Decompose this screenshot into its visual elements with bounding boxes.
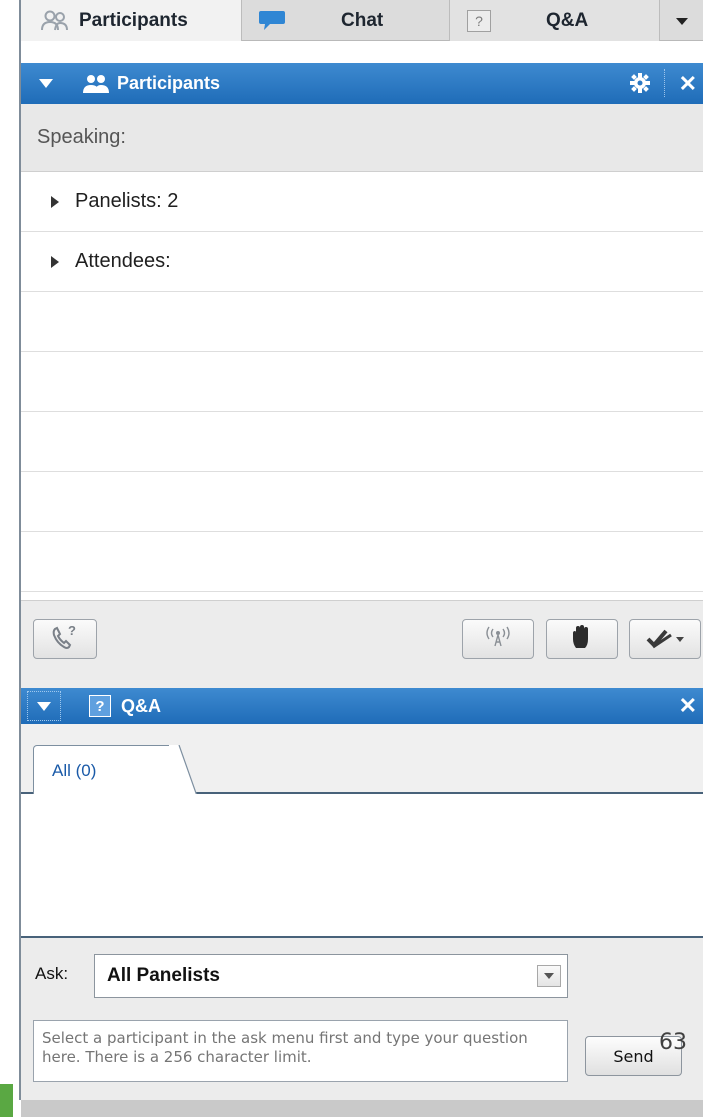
expand-arrow-icon[interactable]	[51, 255, 59, 268]
ask-selected-value: All Panelists	[107, 965, 220, 986]
participants-header-icon	[83, 74, 109, 94]
close-qa-icon[interactable]: ✕	[679, 693, 697, 719]
call-in-button[interactable]: ?	[33, 619, 97, 659]
participants-icon	[41, 10, 69, 32]
tab-qa[interactable]: ? Q&A	[449, 0, 659, 41]
participants-panel-header: Participants ✕	[21, 63, 703, 104]
phone-question-icon: ?	[50, 623, 80, 656]
qa-compose-area: Ask: All Panelists Send	[21, 938, 703, 1100]
question-mark-icon: ?	[467, 9, 491, 32]
hand-icon	[570, 624, 594, 655]
question-input[interactable]	[33, 1020, 568, 1082]
tab-chat[interactable]: Chat	[241, 0, 449, 41]
participant-list: Panelists: 2 Attendees:	[21, 172, 703, 600]
list-row-empty	[21, 352, 703, 412]
broadcast-button[interactable]	[462, 619, 534, 659]
collapse-participants-button[interactable]	[39, 79, 53, 88]
tab-overflow-button[interactable]	[659, 0, 703, 41]
list-row-empty	[21, 472, 703, 532]
qa-tab-strip: All (0)	[21, 724, 703, 796]
participants-panel-title: Participants	[117, 73, 221, 93]
speaking-indicator: Speaking:	[21, 104, 703, 172]
qa-question-list	[21, 794, 703, 938]
tab-all-questions[interactable]: All (0)	[33, 745, 173, 796]
broadcast-icon	[483, 624, 513, 655]
collapse-qa-button[interactable]	[27, 691, 61, 721]
tab-qa-label: Q&A	[546, 9, 589, 31]
chat-bubble-icon	[258, 9, 286, 33]
expand-arrow-icon[interactable]	[51, 195, 59, 208]
qa-panel-header: ? Q&A ✕	[21, 688, 703, 724]
ask-recipient-select[interactable]: All Panelists	[94, 954, 568, 998]
annotate-button[interactable]	[629, 619, 701, 659]
group-label: Panelists: 2	[75, 190, 179, 212]
participants-toolbar: ?	[21, 600, 703, 688]
qa-panel-title: Q&A	[121, 695, 161, 716]
list-row-empty	[21, 532, 703, 592]
accent-green-bar	[0, 1084, 13, 1117]
left-margin	[0, 0, 20, 1117]
close-participants-icon[interactable]: ✕	[679, 71, 697, 97]
group-label: Attendees:	[75, 250, 171, 272]
speaking-label: Speaking:	[37, 126, 126, 148]
webinar-side-panel: Participants Chat ? Q&A Participants ✕ S…	[0, 0, 703, 1117]
gear-icon[interactable]	[629, 72, 651, 94]
group-panelists[interactable]: Panelists: 2	[21, 172, 703, 232]
list-row-empty	[21, 292, 703, 352]
tab-chat-label: Chat	[341, 9, 384, 31]
pen-check-icon	[645, 627, 685, 651]
list-row-empty	[21, 412, 703, 472]
tab-all-label: All (0)	[52, 761, 97, 780]
group-attendees[interactable]: Attendees:	[21, 232, 703, 292]
svg-text:?: ?	[68, 623, 76, 638]
bottom-strip	[21, 1100, 703, 1117]
dropdown-triangle-icon	[675, 10, 689, 32]
page-number: 63	[659, 1030, 687, 1055]
header-separator	[664, 69, 665, 97]
chevron-down-icon[interactable]	[537, 965, 561, 987]
tab-edge	[169, 745, 199, 796]
question-mark-icon: ?	[89, 695, 111, 717]
tab-participants[interactable]: Participants	[21, 0, 241, 41]
raise-hand-button[interactable]	[546, 619, 618, 659]
panel-tab-bar: Participants Chat ? Q&A	[21, 0, 703, 41]
ask-label: Ask:	[35, 964, 69, 983]
tab-participants-label: Participants	[79, 9, 188, 31]
